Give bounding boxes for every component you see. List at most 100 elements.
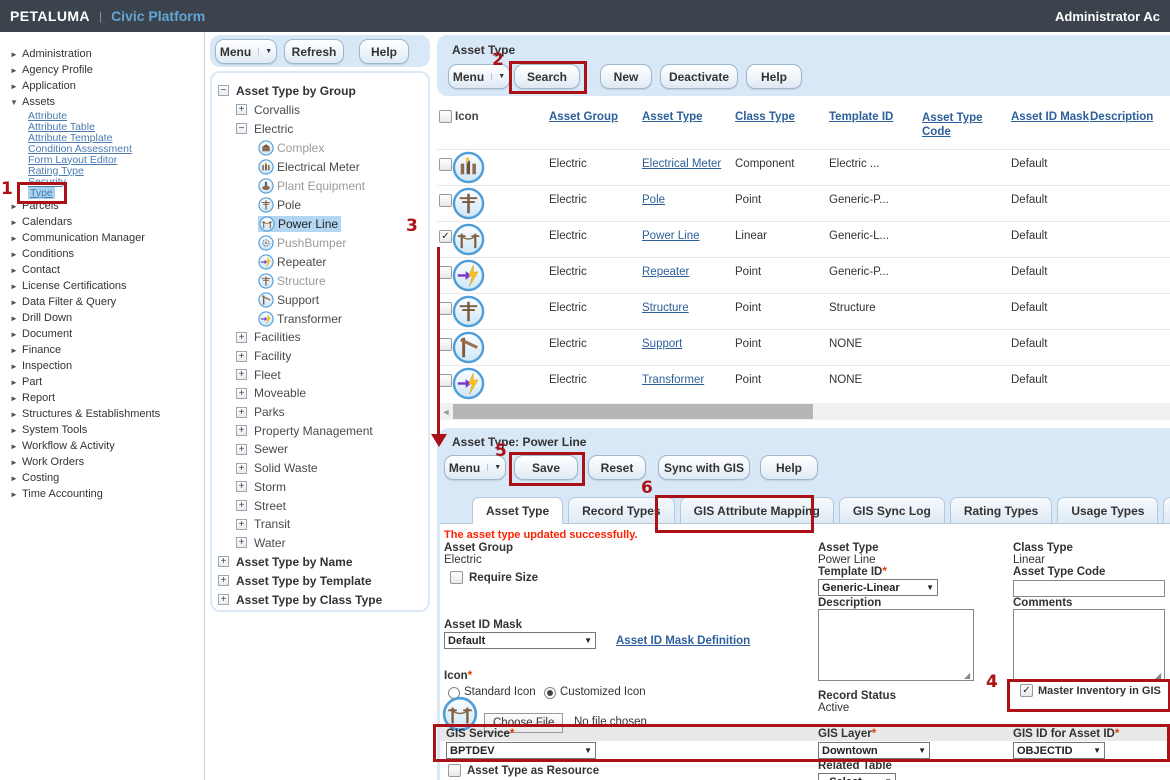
tree-item-power-line[interactable]: Power Line (218, 214, 428, 233)
cell-asset-type-link[interactable]: Electrical Meter (642, 158, 721, 170)
master-inventory-checkbox[interactable]: ✓ (1020, 684, 1033, 697)
expand-expander-icon[interactable]: + (236, 519, 247, 530)
sidebar-link-attribute-template[interactable]: Attribute Template (28, 132, 204, 143)
expand-expander-icon[interactable]: + (236, 481, 247, 492)
sidebar-item-part[interactable]: ►Part (10, 374, 204, 390)
tree-root-asset-type-by-group[interactable]: −Asset Type by Group (218, 81, 428, 100)
expand-expander-icon[interactable]: + (218, 556, 229, 567)
sidebar-item-document[interactable]: ►Document (10, 326, 204, 342)
scrollbar-thumb[interactable] (453, 404, 813, 419)
scroll-left-arrow-icon[interactable]: ◄ (439, 403, 453, 420)
row-checkbox[interactable] (439, 194, 452, 207)
sidebar-item-calendars[interactable]: ►Calendars (10, 214, 204, 230)
row-checkbox[interactable] (439, 338, 452, 351)
cell-asset-type-link[interactable]: Power Line (642, 230, 700, 242)
sidebar-item-assets[interactable]: ▼Assets (10, 94, 204, 110)
tree-group-solid-waste[interactable]: +Solid Waste (218, 459, 428, 478)
expand-expander-icon[interactable]: + (236, 388, 247, 399)
sidebar-link-security[interactable]: Security (28, 176, 204, 187)
tree-group-electric[interactable]: −Electric (218, 119, 428, 138)
expand-expander-icon[interactable]: + (236, 407, 247, 418)
expand-expander-icon[interactable]: + (236, 104, 247, 115)
require-size-checkbox[interactable] (450, 571, 463, 584)
reset-button[interactable]: Reset (588, 455, 646, 480)
sidebar-link-rating-type[interactable]: Rating Type (28, 165, 204, 176)
sidebar-item-license-certifications[interactable]: ►License Certifications (10, 278, 204, 294)
tab-rating-types[interactable]: Rating Types (950, 497, 1052, 524)
list-help-button[interactable]: Help (746, 64, 802, 89)
tree-group-facility[interactable]: +Facility (218, 347, 428, 366)
column-template-id[interactable]: Template ID (829, 111, 893, 123)
sidebar-item-system-tools[interactable]: ►System Tools (10, 422, 204, 438)
expand-expander-icon[interactable]: + (236, 444, 247, 455)
sidebar-item-costing[interactable]: ►Costing (10, 470, 204, 486)
tree-group-street[interactable]: +Street (218, 496, 428, 515)
sidebar-item-work-orders[interactable]: ►Work Orders (10, 454, 204, 470)
description-textarea[interactable] (818, 609, 974, 681)
tree-group-storm[interactable]: +Storm (218, 478, 428, 497)
column-class-type[interactable]: Class Type (735, 111, 795, 123)
sidebar-item-drill-down[interactable]: ►Drill Down (10, 310, 204, 326)
cell-asset-type-link[interactable]: Transformer (642, 374, 704, 386)
tree-root-asset-type-by-class-type[interactable]: +Asset Type by Class Type (218, 590, 428, 609)
sidebar-link-attribute-table[interactable]: Attribute Table (28, 121, 204, 132)
tree-item-repeater[interactable]: Repeater (218, 252, 428, 271)
sidebar-item-data-filter-query[interactable]: ►Data Filter & Query (10, 294, 204, 310)
sidebar-item-finance[interactable]: ►Finance (10, 342, 204, 358)
tree-root-asset-type-by-template[interactable]: +Asset Type by Template (218, 571, 428, 590)
sidebar-item-application[interactable]: ►Application (10, 78, 204, 94)
tree-root-asset-type-by-name[interactable]: +Asset Type by Name (218, 552, 428, 571)
cell-asset-type-link[interactable]: Repeater (642, 266, 689, 278)
gis-layer-select[interactable]: Downtown▼ (818, 742, 930, 759)
detail-help-button[interactable]: Help (760, 455, 818, 480)
sync-with-gis-button[interactable]: Sync with GIS (658, 455, 750, 480)
row-checkbox[interactable] (439, 266, 452, 279)
expand-expander-icon[interactable]: + (236, 500, 247, 511)
cell-asset-type-link[interactable]: Support (642, 338, 682, 350)
tree-group-water[interactable]: +Water (218, 534, 428, 553)
tree-group-property-management[interactable]: +Property Management (218, 421, 428, 440)
sidebar-item-contact[interactable]: ►Contact (10, 262, 204, 278)
sidebar-item-workflow-activity[interactable]: ►Workflow & Activity (10, 438, 204, 454)
table-horizontal-scrollbar[interactable]: ◄ (437, 403, 1170, 420)
save-button[interactable]: Save (514, 455, 578, 480)
expand-expander-icon[interactable]: + (236, 351, 247, 362)
column-asset-type[interactable]: Asset Type (642, 111, 703, 123)
sidebar-link-form-layout-editor[interactable]: Form Layout Editor (28, 154, 204, 165)
comments-textarea[interactable] (1013, 609, 1165, 681)
column-asset-type-code[interactable]: Asset Type Code (922, 111, 990, 139)
sidebar-item-administration[interactable]: ►Administration (10, 46, 204, 62)
tree-item-support[interactable]: Support (218, 290, 428, 309)
sidebar-item-structures-establishments[interactable]: ►Structures & Establishments (10, 406, 204, 422)
column-asset-group[interactable]: Asset Group (549, 111, 618, 123)
tab-gis-sync-log[interactable]: GIS Sync Log (839, 497, 945, 524)
expand-expander-icon[interactable]: + (218, 575, 229, 586)
collapse-expander-icon[interactable]: − (236, 123, 247, 134)
tree-help-button[interactable]: Help (359, 39, 409, 64)
expand-expander-icon[interactable]: + (236, 369, 247, 380)
tree-group-corvallis[interactable]: +Corvallis (218, 100, 428, 119)
tree-refresh-button[interactable]: Refresh (284, 39, 344, 64)
gis-service-select[interactable]: BPTDEV▼ (446, 742, 596, 759)
cell-asset-type-link[interactable]: Structure (642, 302, 689, 314)
row-checkbox[interactable] (439, 158, 452, 171)
sidebar-link-attribute[interactable]: Attribute (28, 110, 204, 121)
sidebar-item-time-accounting[interactable]: ►Time Accounting (10, 486, 204, 502)
tab-usage-types[interactable]: Usage Types (1057, 497, 1158, 524)
tree-item-pole[interactable]: Pole (218, 195, 428, 214)
asset-type-code-input[interactable] (1013, 580, 1165, 597)
sidebar-item-communication-manager[interactable]: ►Communication Manager (10, 230, 204, 246)
expand-expander-icon[interactable]: + (236, 537, 247, 548)
tree-item-transformer[interactable]: Transformer (218, 309, 428, 328)
sidebar-item-parcels[interactable]: ►Parcels (10, 198, 204, 214)
deactivate-button[interactable]: Deactivate (660, 64, 738, 89)
tree-group-facilities[interactable]: +Facilities (218, 328, 428, 347)
collapse-expander-icon[interactable]: − (218, 85, 229, 96)
sidebar-item-inspection[interactable]: ►Inspection (10, 358, 204, 374)
column-asset-id-mask[interactable]: Asset ID Mask (1011, 111, 1089, 123)
new-button[interactable]: New (600, 64, 652, 89)
asset-type-as-resource-checkbox[interactable] (448, 764, 461, 777)
tree-group-parks[interactable]: +Parks (218, 403, 428, 422)
tree-item-pushbumper[interactable]: PushBumper (218, 233, 428, 252)
tree-group-sewer[interactable]: +Sewer (218, 440, 428, 459)
